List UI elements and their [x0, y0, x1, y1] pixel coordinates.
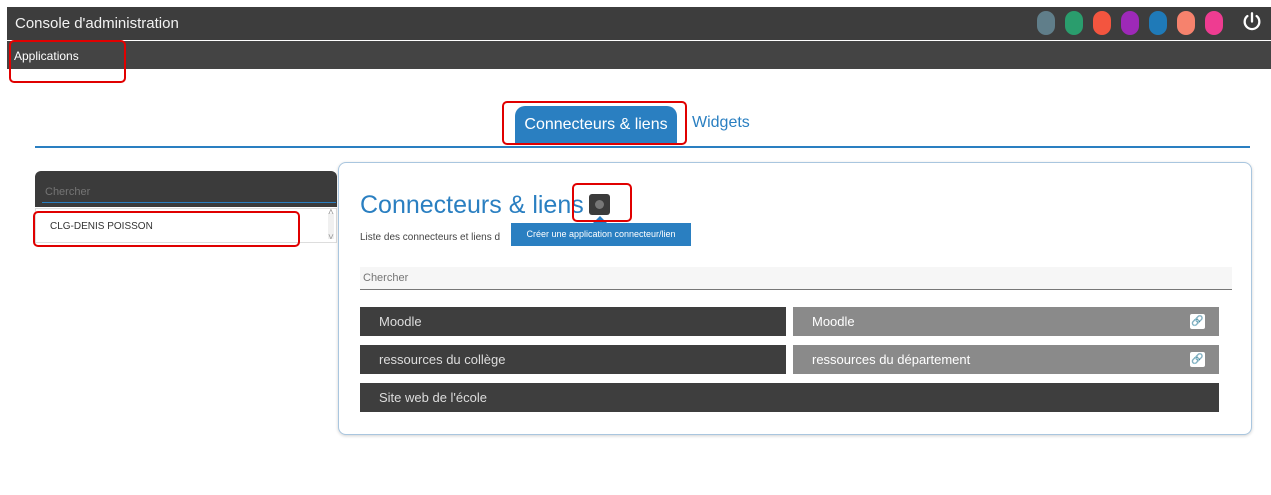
school-item[interactable]: CLG-DENIS POISSON [50, 221, 153, 232]
theme-color-2[interactable] [1065, 11, 1083, 35]
theme-color-4[interactable] [1121, 11, 1139, 35]
link-icon: 🔗 [1190, 314, 1205, 329]
theme-color-5[interactable] [1149, 11, 1167, 35]
app-tile-ressources-college[interactable]: ressources du collège [360, 345, 786, 374]
tabs-underline [35, 146, 1250, 148]
power-icon[interactable] [1241, 11, 1263, 33]
school-list: CLG-DENIS POISSON [35, 207, 337, 243]
app-label: ressources du département [812, 352, 971, 367]
top-bar: Console d'administration [7, 7, 1271, 40]
app-label: ressources du collège [379, 352, 506, 367]
secondary-nav: Applications [7, 41, 1271, 69]
school-search-input[interactable] [42, 182, 336, 203]
school-selector: CLG-DENIS POISSON [35, 171, 337, 243]
app-tile-ressources-departement[interactable]: ressources du département 🔗 [793, 345, 1219, 374]
app-label: Moodle [379, 314, 422, 329]
tab-widgets[interactable]: Widgets [692, 114, 750, 132]
connectors-card: Connecteurs & liens Liste des connecteur… [338, 162, 1252, 435]
app-label: Site web de l'école [379, 390, 487, 405]
applications-menu-item[interactable]: Applications [14, 49, 79, 63]
connectors-description: Liste des connecteurs et liens d [360, 232, 501, 243]
school-search-header [35, 171, 337, 207]
create-connector-button[interactable] [589, 194, 610, 215]
theme-color-3[interactable] [1093, 11, 1111, 35]
app-label: Moodle [812, 314, 855, 329]
create-connector-tooltip: Créer une application connecteur/lien [511, 216, 691, 246]
app-tile-moodle-link[interactable]: Moodle 🔗 [793, 307, 1219, 336]
theme-color-picker[interactable] [1037, 11, 1223, 35]
tab-connecteurs-liens[interactable]: Connecteurs & liens [515, 106, 677, 144]
school-list-scrollbar[interactable] [328, 207, 334, 243]
theme-color-7[interactable] [1205, 11, 1223, 35]
console-title: Console d'administration [15, 15, 179, 32]
theme-color-1[interactable] [1037, 11, 1055, 35]
page-title: Connecteurs & liens [360, 191, 584, 219]
theme-color-6[interactable] [1177, 11, 1195, 35]
connector-search-input[interactable] [360, 267, 1232, 290]
app-tile-moodle[interactable]: Moodle [360, 307, 786, 336]
link-icon: 🔗 [1190, 352, 1205, 367]
app-tile-site-web-ecole[interactable]: Site web de l'école [360, 383, 1219, 412]
